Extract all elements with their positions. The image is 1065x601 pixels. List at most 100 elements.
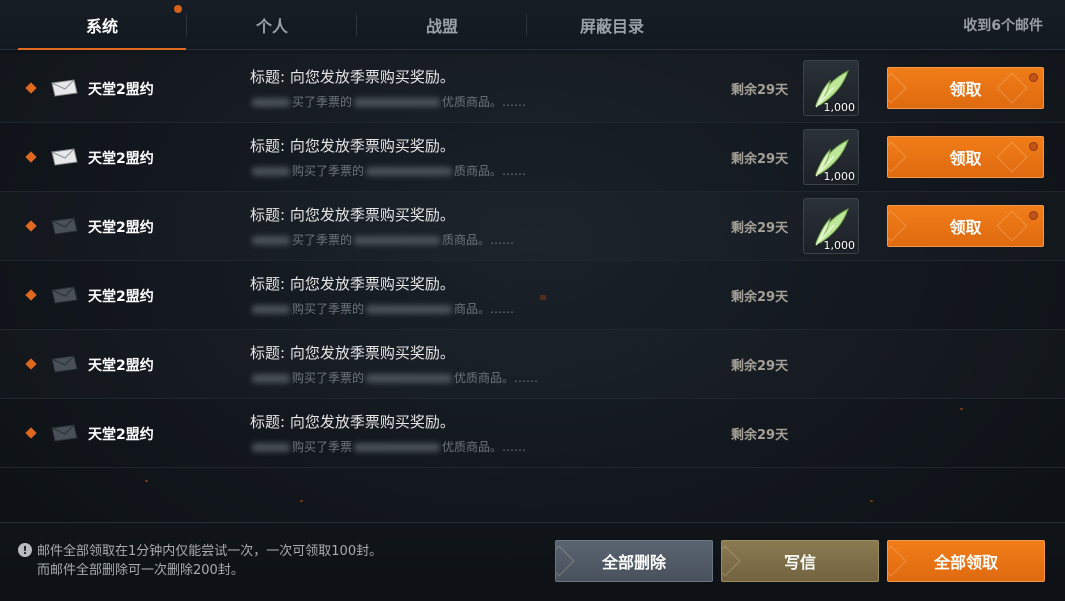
- mail-subject: 标题: 向您发放季票购买奖励。: [250, 206, 455, 224]
- mail-preview-part-b: 优质商品。……: [454, 371, 539, 385]
- redacted-text: [366, 167, 453, 176]
- mail-preview: 买了季票的 质商品。……: [250, 231, 514, 248]
- mail-sender: 天堂2盟约: [88, 81, 154, 98]
- notice-line-1: 邮件全部领取在1分钟内仅能尝试一次，一次可领取100封。: [37, 544, 383, 559]
- redacted-text: [252, 374, 290, 383]
- notification-dot: [1029, 142, 1038, 151]
- mail-tab-bar: 系统 个人 战盟 屏蔽目录 收到6个邮件: [0, 0, 1065, 50]
- redacted-text: [366, 374, 453, 383]
- mail-footer: ! 邮件全部领取在1分钟内仅能尝试一次，一次可领取100封。 而邮件全部删除可一…: [0, 522, 1065, 601]
- mail-preview-part-a: 购买了季票的: [292, 302, 365, 316]
- envelope-icon: [51, 286, 78, 304]
- mail-expire: 剩余29天: [731, 221, 789, 236]
- mail-preview: 购买了季票 优质商品。……: [250, 438, 526, 455]
- mail-subject: 标题: 向您发放季票购买奖励。: [250, 275, 455, 293]
- mail-preview: 购买了季票的 质商品。……: [250, 162, 526, 179]
- envelope-icon: [51, 79, 78, 97]
- tab-alliance[interactable]: 战盟: [358, 0, 526, 50]
- tab-divider: [186, 14, 187, 36]
- redacted-text: [252, 167, 290, 176]
- notice-line-2: 而邮件全部删除可一次删除200封。: [37, 563, 244, 578]
- button-ornament: [556, 545, 575, 577]
- mail-row[interactable]: 天堂2盟约 标题: 向您发放季票购买奖励。 购买了季票 优质商品。…… 剩余29天: [0, 399, 1065, 468]
- envelope-icon: [51, 217, 78, 235]
- notification-dot: [1029, 211, 1038, 220]
- diamond-bullet-icon: [25, 427, 37, 439]
- tab-divider: [356, 14, 357, 36]
- ember-particle: [300, 500, 303, 502]
- claim-label: 领取: [949, 149, 982, 168]
- tab-divider: [526, 14, 527, 36]
- button-ornament: [996, 141, 1028, 173]
- mail-sender: 天堂2盟约: [88, 426, 154, 443]
- mail-list: 天堂2盟约 标题: 向您发放季票购买奖励。 买了季票的 优质商品。…… 剩余29天 1,0…: [0, 54, 1065, 468]
- mail-subject: 标题: 向您发放季票购买奖励。: [250, 68, 455, 86]
- mail-sender: 天堂2盟约: [88, 219, 154, 236]
- reward-item-slot[interactable]: 1,000: [803, 60, 859, 116]
- tab-system[interactable]: 系统: [18, 0, 186, 50]
- mail-subject: 标题: 向您发放季票购买奖励。: [250, 344, 455, 362]
- redacted-text: [252, 98, 290, 107]
- button-ornament: [996, 210, 1028, 242]
- mail-preview-part-a: 买了季票的: [292, 233, 353, 247]
- ember-particle: [870, 500, 873, 502]
- mail-preview-part-a: 购买了季票的: [292, 164, 365, 178]
- info-icon: !: [18, 543, 32, 557]
- mail-row[interactable]: 天堂2盟约 标题: 向您发放季票购买奖励。 购买了季票的 质商品。…… 剩余29天 1,0…: [0, 123, 1065, 192]
- mail-subject: 标题: 向您发放季票购买奖励。: [250, 137, 455, 155]
- ember-particle: [145, 480, 148, 482]
- claim-label: 领取: [949, 218, 982, 237]
- mail-row[interactable]: 天堂2盟约 标题: 向您发放季票购买奖励。购买了季票的 商品。…… 剩余29天: [0, 261, 1065, 330]
- button-ornament: [722, 545, 741, 577]
- mail-preview-part-a: 买了季票的: [292, 95, 353, 109]
- redacted-text: [252, 236, 290, 245]
- envelope-icon: [51, 355, 78, 373]
- claim-all-label: 全部领取: [933, 553, 998, 572]
- claim-all-button[interactable]: 全部领取: [887, 540, 1045, 582]
- write-mail-button[interactable]: 写信: [721, 540, 879, 582]
- ember-particle: [960, 408, 963, 410]
- redacted-text: [354, 236, 441, 245]
- mail-sender: 天堂2盟约: [88, 357, 154, 374]
- claim-button[interactable]: 领取: [887, 136, 1044, 178]
- mail-sender: 天堂2盟约: [88, 288, 154, 305]
- redacted-text: [366, 305, 453, 314]
- claim-button[interactable]: 领取: [887, 205, 1044, 247]
- button-ornament: [888, 141, 907, 173]
- redacted-text: [354, 443, 441, 452]
- mail-preview-part-b: 优质商品。……: [442, 440, 527, 454]
- mail-row[interactable]: 天堂2盟约 标题: 向您发放季票购买奖励。买了季票的 优质商品。…… 剩余29天 1,0…: [0, 54, 1065, 123]
- ember-particle: [540, 295, 546, 300]
- mail-preview-part-a: 购买了季票: [292, 440, 353, 454]
- claim-label: 领取: [949, 80, 982, 99]
- mail-preview: 购买了季票的 商品。……: [250, 300, 514, 317]
- mail-preview-part-b: 质商品。……: [442, 233, 515, 247]
- diamond-bullet-icon: [25, 220, 37, 232]
- button-ornament: [996, 72, 1028, 104]
- tab-block-list[interactable]: 屏蔽目录: [528, 0, 696, 50]
- mail-row[interactable]: 天堂2盟约 标题: 向您发放季票购买奖励。买了季票的 质商品。…… 剩余29天 1,00…: [0, 192, 1065, 261]
- delete-all-label: 全部删除: [601, 553, 666, 572]
- diamond-bullet-icon: [25, 151, 37, 163]
- mail-preview-part-b: 商品。……: [454, 302, 515, 316]
- mail-expire: 剩余29天: [731, 428, 789, 443]
- tab-personal[interactable]: 个人: [188, 0, 356, 50]
- mail-row[interactable]: 天堂2盟约 标题: 向您发放季票购买奖励。购买了季票的 优质商品。…… 剩余29天: [0, 330, 1065, 399]
- mail-expire: 剩余29天: [731, 359, 789, 374]
- claim-button[interactable]: 领取: [887, 67, 1044, 109]
- envelope-icon: [51, 148, 78, 166]
- reward-item-slot[interactable]: 1,000: [803, 129, 859, 185]
- delete-all-button[interactable]: 全部删除: [555, 540, 713, 582]
- diamond-bullet-icon: [25, 289, 37, 301]
- mail-preview: 买了季票的 优质商品。……: [250, 93, 526, 110]
- mail-sender: 天堂2盟约: [88, 150, 154, 167]
- reward-quantity: 1,000: [823, 170, 856, 183]
- mail-preview: 购买了季票的 优质商品。……: [250, 369, 538, 386]
- redacted-text: [354, 98, 441, 107]
- button-ornament: [888, 72, 907, 104]
- write-mail-label: 写信: [783, 553, 816, 572]
- button-ornament: [888, 545, 907, 577]
- mail-expire: 剩余29天: [731, 83, 789, 98]
- mail-expire: 剩余29天: [731, 290, 789, 305]
- reward-item-slot[interactable]: 1,000: [803, 198, 859, 254]
